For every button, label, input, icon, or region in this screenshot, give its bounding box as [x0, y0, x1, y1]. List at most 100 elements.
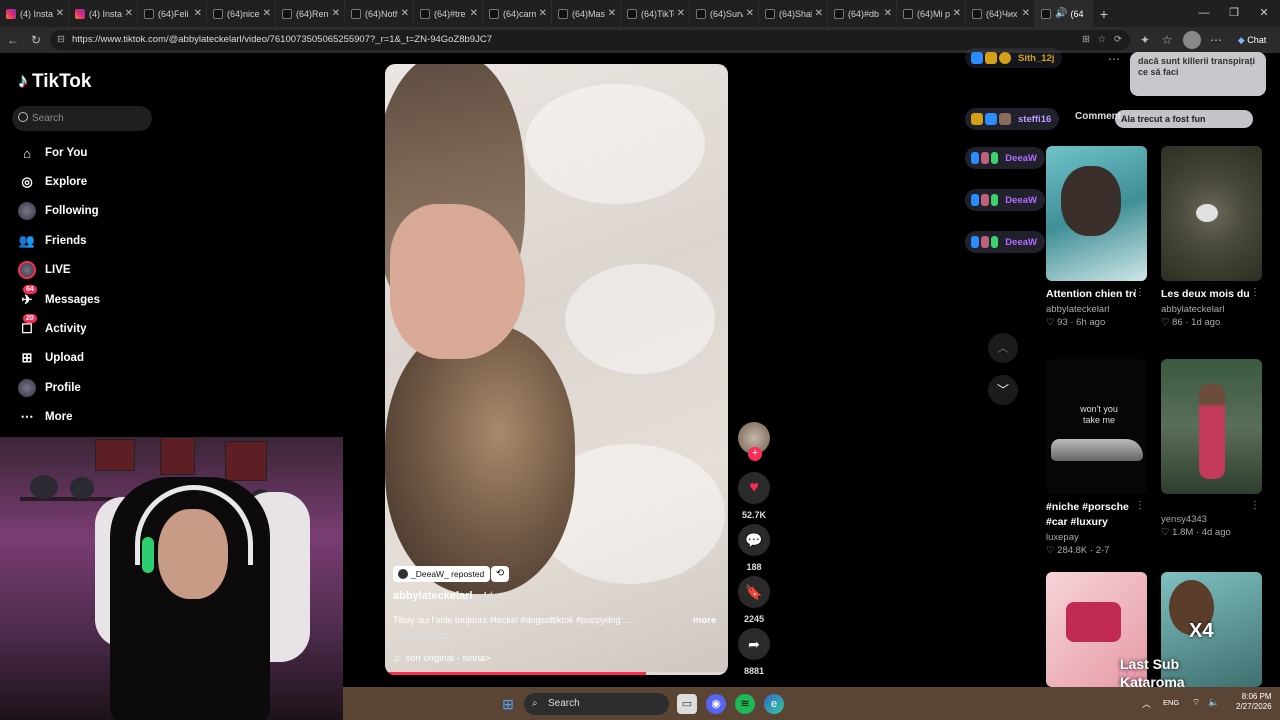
- clock[interactable]: 8:06 PM 2/27/2026: [1236, 692, 1272, 712]
- related-video-tile[interactable]: won't you take me #niche #porsche #car #…: [1046, 359, 1147, 556]
- browser-tab[interactable]: (4) Insta ✕: [69, 0, 138, 27]
- video-thumbnail[interactable]: [1161, 359, 1262, 494]
- like-action[interactable]: ♥ 52.7K: [738, 472, 770, 520]
- comment-icon[interactable]: 💬: [738, 524, 770, 556]
- taskbar-search[interactable]: ⌕ Search: [524, 693, 669, 715]
- spotify-icon[interactable]: ≋: [735, 694, 755, 714]
- chevron-down-icon[interactable]: ﹀: [988, 375, 1018, 405]
- close-window-button[interactable]: ✕: [1249, 0, 1279, 27]
- close-icon[interactable]: ✕: [194, 8, 202, 19]
- browser-tab[interactable]: (64)Mi p ✕: [897, 0, 966, 27]
- sidebar-item-following[interactable]: Following: [18, 199, 178, 223]
- video-thumbnail[interactable]: [1046, 146, 1147, 281]
- edge-icon[interactable]: e: [764, 694, 784, 714]
- speaker-icon[interactable]: 🔊: [1055, 8, 1067, 19]
- bookmark-icon[interactable]: 🔖: [738, 576, 770, 608]
- share-action[interactable]: ➦ 8881: [738, 628, 770, 676]
- browser-tab[interactable]: (4) Insta ✕: [0, 0, 69, 27]
- copilot-chat-button[interactable]: ◆ Chat: [1232, 31, 1272, 49]
- browser-tab-active[interactable]: 🔊 (64: [1035, 0, 1093, 27]
- related-video-tile[interactable]: yensy4343 ♡ 1.8M · 4d ago ⋮: [1161, 359, 1262, 538]
- browser-tab[interactable]: (64)carm ✕: [483, 0, 552, 27]
- network-icon[interactable]: ⌔: [1192, 697, 1200, 708]
- browser-tab[interactable]: (64)#tre ✕: [414, 0, 483, 27]
- share-icon[interactable]: ➦: [738, 628, 770, 660]
- video-player[interactable]: _DeeaW_ reposted ⟲ abbylateckelarl · 4d …: [385, 64, 728, 675]
- windows-start-icon[interactable]: ⊞: [498, 694, 518, 714]
- sidebar-item-more[interactable]: ⋯ More: [18, 405, 178, 429]
- browser-tab[interactable]: (64)Ren ✕: [276, 0, 345, 27]
- browser-tab[interactable]: (64)Shak✕: [759, 0, 828, 27]
- minimize-button[interactable]: —: [1189, 0, 1219, 27]
- chevron-up-icon[interactable]: ︿: [988, 333, 1018, 363]
- follow-plus-button[interactable]: +: [748, 447, 762, 461]
- close-icon[interactable]: ✕: [884, 8, 892, 19]
- maximize-button[interactable]: ❐: [1219, 0, 1249, 27]
- sidebar-item-activity[interactable]: ☐ 20 Activity: [18, 314, 178, 341]
- music-link[interactable]: ♫ son original - sirina>: [393, 653, 491, 664]
- kebab-menu-icon[interactable]: ⋮: [1135, 500, 1145, 511]
- kebab-menu-icon[interactable]: ⋮: [1250, 287, 1260, 298]
- kebab-menu-icon[interactable]: ⋮: [1250, 500, 1260, 511]
- related-video-tile[interactable]: Attention chien très méchant... abbylate…: [1046, 146, 1147, 328]
- browser-tab[interactable]: (64)Surv ✕: [690, 0, 759, 27]
- close-icon[interactable]: ✕: [125, 8, 133, 19]
- more-dots-icon[interactable]: ⋯: [1108, 52, 1120, 66]
- video-progress-bar[interactable]: [385, 672, 728, 675]
- profile-avatar[interactable]: [1183, 31, 1201, 49]
- discord-icon[interactable]: ◉: [706, 694, 726, 714]
- close-icon[interactable]: ✕: [608, 8, 616, 19]
- browser-tab[interactable]: (64)Noth ✕: [345, 0, 414, 27]
- extensions-icon[interactable]: ⟳: [1114, 30, 1122, 50]
- browser-tab[interactable]: (64)Чих ✕: [966, 0, 1035, 27]
- apps-icon[interactable]: ⊞: [1082, 30, 1090, 50]
- close-icon[interactable]: ✕: [815, 8, 823, 19]
- close-icon[interactable]: ✕: [953, 8, 961, 19]
- browser-tab[interactable]: (64)Mas ✕: [552, 0, 621, 27]
- new-tab-button[interactable]: +: [1093, 6, 1115, 22]
- site-info-icon[interactable]: ⊟: [57, 30, 65, 50]
- close-icon[interactable]: ✕: [677, 8, 685, 19]
- browser-tab[interactable]: (64)nice ✕: [207, 0, 276, 27]
- close-icon[interactable]: ✕: [746, 8, 754, 19]
- collections-icon[interactable]: ☆: [1158, 31, 1176, 49]
- tray-chevron-icon[interactable]: ︿: [1142, 697, 1151, 710]
- close-icon[interactable]: ✕: [539, 8, 547, 19]
- see-translation-link[interactable]: See translation: [393, 631, 456, 642]
- save-action[interactable]: 🔖 2245: [738, 576, 770, 624]
- close-icon[interactable]: ✕: [332, 8, 340, 19]
- kebab-menu-icon[interactable]: ⋮: [1135, 287, 1145, 298]
- refresh-icon[interactable]: ↻: [27, 31, 45, 49]
- comment-action[interactable]: 💬 188: [738, 524, 770, 572]
- browser-tab[interactable]: (64)#db ✕: [828, 0, 897, 27]
- favorite-star-icon[interactable]: ☆: [1097, 30, 1106, 50]
- video-thumbnail[interactable]: won't you take me: [1046, 359, 1147, 494]
- back-arrow-icon[interactable]: ←: [4, 31, 22, 49]
- sidebar-item-friends[interactable]: 👥 Friends: [18, 229, 178, 253]
- menu-dots-icon[interactable]: ⋯: [1207, 31, 1225, 49]
- tiktok-logo[interactable]: ♪ TikTok: [18, 70, 91, 93]
- volume-icon[interactable]: 🔈: [1208, 697, 1219, 708]
- repost-tag[interactable]: _DeeaW_ reposted: [393, 566, 491, 582]
- url-field[interactable]: ⊟ https://www.tiktok.com/@abbylateckelar…: [50, 30, 1130, 50]
- language-indicator[interactable]: ENG: [1163, 698, 1179, 707]
- extensions-puzzle-icon[interactable]: ✦: [1136, 31, 1154, 49]
- related-video-tile[interactable]: Les deux mois du bébé #puppydog... abbyl…: [1161, 146, 1262, 328]
- close-icon[interactable]: ✕: [56, 8, 64, 19]
- more-button[interactable]: more: [693, 615, 716, 626]
- search-input[interactable]: Search: [12, 106, 152, 131]
- video-author[interactable]: abbylateckelarl · 4d ago: [393, 590, 512, 602]
- sidebar-item-messages[interactable]: ✈ 64 Messages: [18, 285, 178, 312]
- sidebar-item-explore[interactable]: ◎ Explore: [18, 170, 178, 194]
- browser-tab[interactable]: (64)Feli ✕: [138, 0, 207, 27]
- heart-icon[interactable]: ♥: [738, 472, 770, 504]
- close-icon[interactable]: ✕: [401, 8, 409, 19]
- sidebar-item-live[interactable]: LIVE: [18, 258, 178, 282]
- video-thumbnail[interactable]: [1161, 146, 1262, 281]
- close-icon[interactable]: ✕: [1022, 8, 1030, 19]
- sidebar-item-upload[interactable]: ⊞ Upload: [18, 346, 178, 370]
- sidebar-item-for-you[interactable]: ⌂ For You: [18, 141, 178, 165]
- sidebar-item-profile[interactable]: Profile: [18, 376, 178, 400]
- browser-tab[interactable]: (64)TikTo✕: [621, 0, 690, 27]
- close-icon[interactable]: ✕: [470, 8, 478, 19]
